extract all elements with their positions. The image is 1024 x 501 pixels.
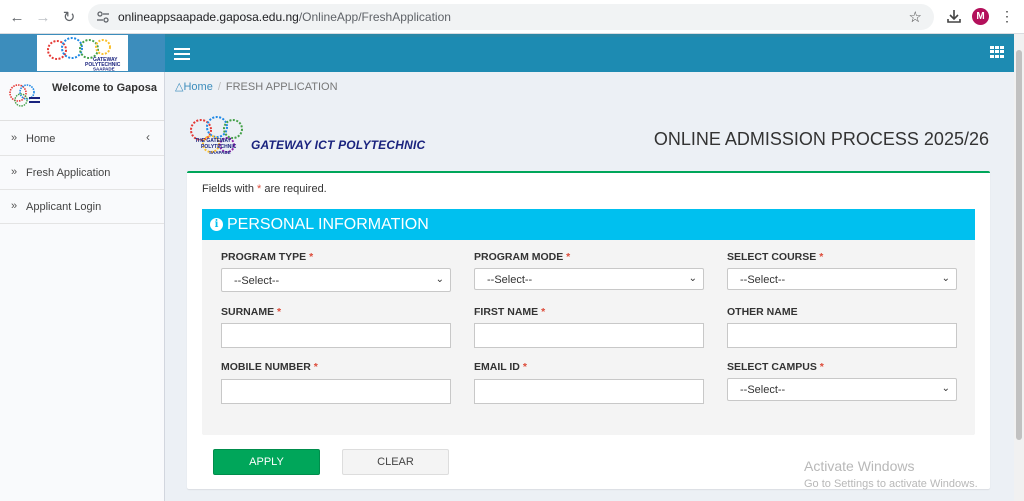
- program-mode-select[interactable]: --Select-- ⌄: [474, 268, 704, 290]
- chevron-down-icon: ⌄: [688, 273, 697, 284]
- url-host: onlineappsaapade.gaposa.edu.ng: [118, 10, 299, 24]
- program-type-select[interactable]: --Select-- ⌄: [221, 268, 451, 292]
- chevron-down-icon: ⌄: [941, 273, 950, 284]
- breadcrumb: △Home / FRESH APPLICATION: [175, 81, 338, 93]
- apps-grid-icon[interactable]: [990, 46, 1004, 58]
- url-path: /OnlineApp/FreshApplication: [298, 10, 451, 24]
- sidebar-item-applicant-login[interactable]: » Applicant Login: [0, 190, 164, 224]
- first-name-input[interactable]: [474, 323, 704, 348]
- address-bar[interactable]: onlineappsaapade.gaposa.edu.ng/OnlineApp…: [88, 4, 934, 30]
- sidebar-logo: [9, 84, 40, 107]
- double-chevron-icon: »: [11, 132, 18, 144]
- back-icon[interactable]: ←: [8, 8, 26, 26]
- chevron-down-icon: ⌄: [941, 383, 950, 394]
- brand-logo-area[interactable]: GATEWAY POLYTECHNIC SAAPADE: [0, 34, 165, 72]
- program-mode-label: PROGRAM MODE *: [474, 251, 571, 263]
- welcome-text: Welcome to Gaposa: [52, 82, 157, 94]
- other-name-label: OTHER NAME: [727, 306, 798, 318]
- email-id-label: EMAIL ID *: [474, 361, 527, 373]
- menu-toggle-icon[interactable]: [174, 48, 190, 60]
- first-name-label: FIRST NAME *: [474, 306, 546, 318]
- page-title: ONLINE ADMISSION PROCESS 2025/26: [653, 129, 989, 149]
- watermark-subtitle: Go to Settings to activate Windows.: [804, 478, 978, 490]
- select-course-select[interactable]: --Select-- ⌄: [727, 268, 957, 290]
- mobile-number-input[interactable]: [221, 379, 451, 404]
- chevron-down-icon: ⌄: [435, 274, 444, 285]
- brand-logo: GATEWAY POLYTECHNIC SAAPADE: [37, 35, 128, 72]
- url-text: onlineappsaapade.gaposa.edu.ng/OnlineApp…: [118, 10, 451, 24]
- svg-text:SAAPADE: SAAPADE: [93, 67, 115, 72]
- watermark-title: Activate Windows: [804, 458, 915, 474]
- double-chevron-icon: »: [11, 166, 18, 178]
- sidebar-item-label: Fresh Application: [26, 167, 111, 179]
- svg-text:SAAPADE: SAAPADE: [209, 150, 231, 155]
- org-logo: THE GATEWAY POLYTECHNIC SAAPADE: [190, 116, 243, 155]
- surname-label: SURNAME *: [221, 306, 282, 318]
- program-type-label: PROGRAM TYPE *: [221, 251, 314, 263]
- browser-toolbar: ← → ↻ onlineappsaapade.gaposa.edu.ng/Onl…: [0, 0, 1024, 34]
- double-chevron-icon: »: [11, 200, 18, 212]
- email-id-input[interactable]: [474, 379, 704, 404]
- panel-title: PERSONAL INFORMATION: [227, 216, 429, 233]
- panel-header: i PERSONAL INFORMATION: [202, 209, 975, 240]
- org-name: GATEWAY ICT POLYTECHNIC: [251, 138, 426, 152]
- page-scrollbar[interactable]: [1014, 34, 1024, 501]
- surname-input[interactable]: [221, 323, 451, 348]
- sidebar-item-home[interactable]: » Home ‹: [0, 122, 164, 156]
- breadcrumb-home[interactable]: △Home: [175, 81, 213, 93]
- download-icon[interactable]: [946, 8, 962, 24]
- scrollbar-thumb[interactable]: [1016, 50, 1022, 440]
- profile-avatar[interactable]: M: [972, 8, 989, 25]
- select-campus-label: SELECT CAMPUS *: [727, 361, 824, 373]
- forward-icon[interactable]: →: [34, 8, 52, 26]
- top-navbar: [165, 34, 1014, 72]
- reload-icon[interactable]: ↻: [60, 8, 78, 26]
- sidebar-item-fresh-application[interactable]: » Fresh Application: [0, 156, 164, 190]
- apply-button[interactable]: APPLY: [213, 449, 320, 475]
- select-course-label: SELECT COURSE *: [727, 251, 824, 263]
- breadcrumb-current: FRESH APPLICATION: [225, 81, 338, 93]
- other-name-input[interactable]: [727, 323, 957, 348]
- info-icon: i: [210, 218, 223, 231]
- user-panel: Welcome to Gaposa: [0, 72, 164, 121]
- main-content: △Home / FRESH APPLICATION THE GATEWAY POLY…: [165, 72, 1014, 501]
- bookmark-star-icon[interactable]: ☆: [909, 8, 922, 26]
- mobile-number-label: MOBILE NUMBER *: [221, 361, 318, 373]
- browser-menu-icon[interactable]: ⋮: [1000, 8, 1014, 24]
- activate-windows-watermark: Activate Windows Go to Settings to activ…: [804, 458, 978, 490]
- sidebar: Welcome to Gaposa » Home ‹ » Fresh Appli…: [0, 72, 165, 501]
- sidebar-item-label: Applicant Login: [26, 201, 102, 213]
- sidebar-item-label: Home: [26, 133, 56, 145]
- chevron-left-icon: ‹: [146, 130, 150, 144]
- application-form-box: Fields with * are required. i PERSONAL I…: [187, 171, 990, 489]
- site-info-icon[interactable]: [96, 10, 110, 24]
- select-campus-select[interactable]: --Select-- ⌄: [727, 378, 957, 401]
- clear-button[interactable]: CLEAR: [342, 449, 449, 475]
- required-note: Fields with * are required.: [202, 183, 327, 195]
- personal-information-panel: i PERSONAL INFORMATION PROGRAM TYPE * --…: [202, 209, 975, 435]
